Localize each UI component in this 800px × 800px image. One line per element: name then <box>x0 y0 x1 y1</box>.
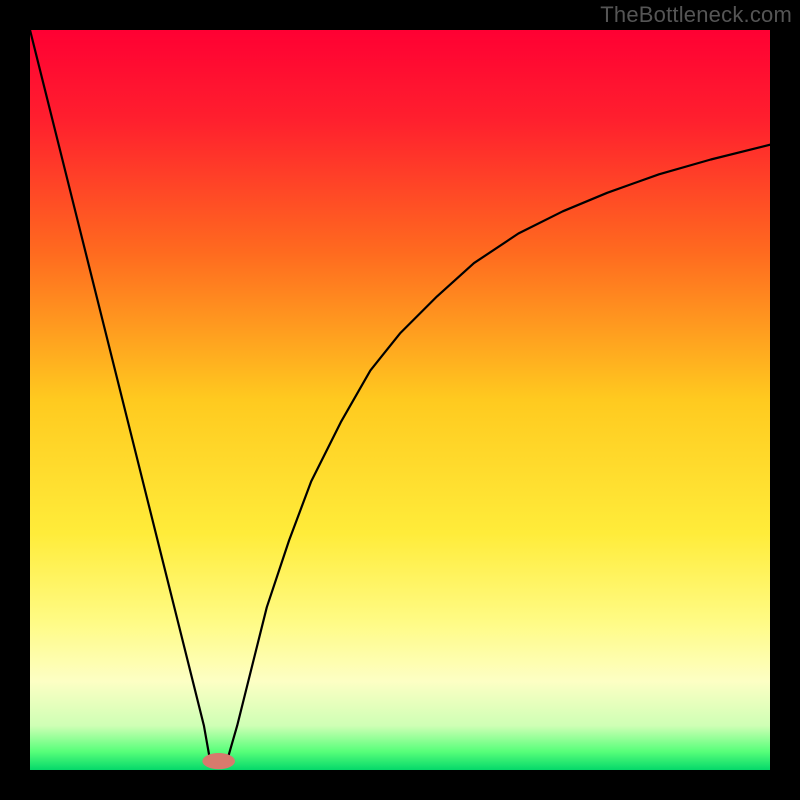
chart-frame: TheBottleneck.com <box>0 0 800 800</box>
plot-area <box>30 30 770 770</box>
chart-background <box>30 30 770 770</box>
watermark-text: TheBottleneck.com <box>600 2 792 28</box>
optimal-point-marker <box>202 753 235 769</box>
chart-svg <box>30 30 770 770</box>
